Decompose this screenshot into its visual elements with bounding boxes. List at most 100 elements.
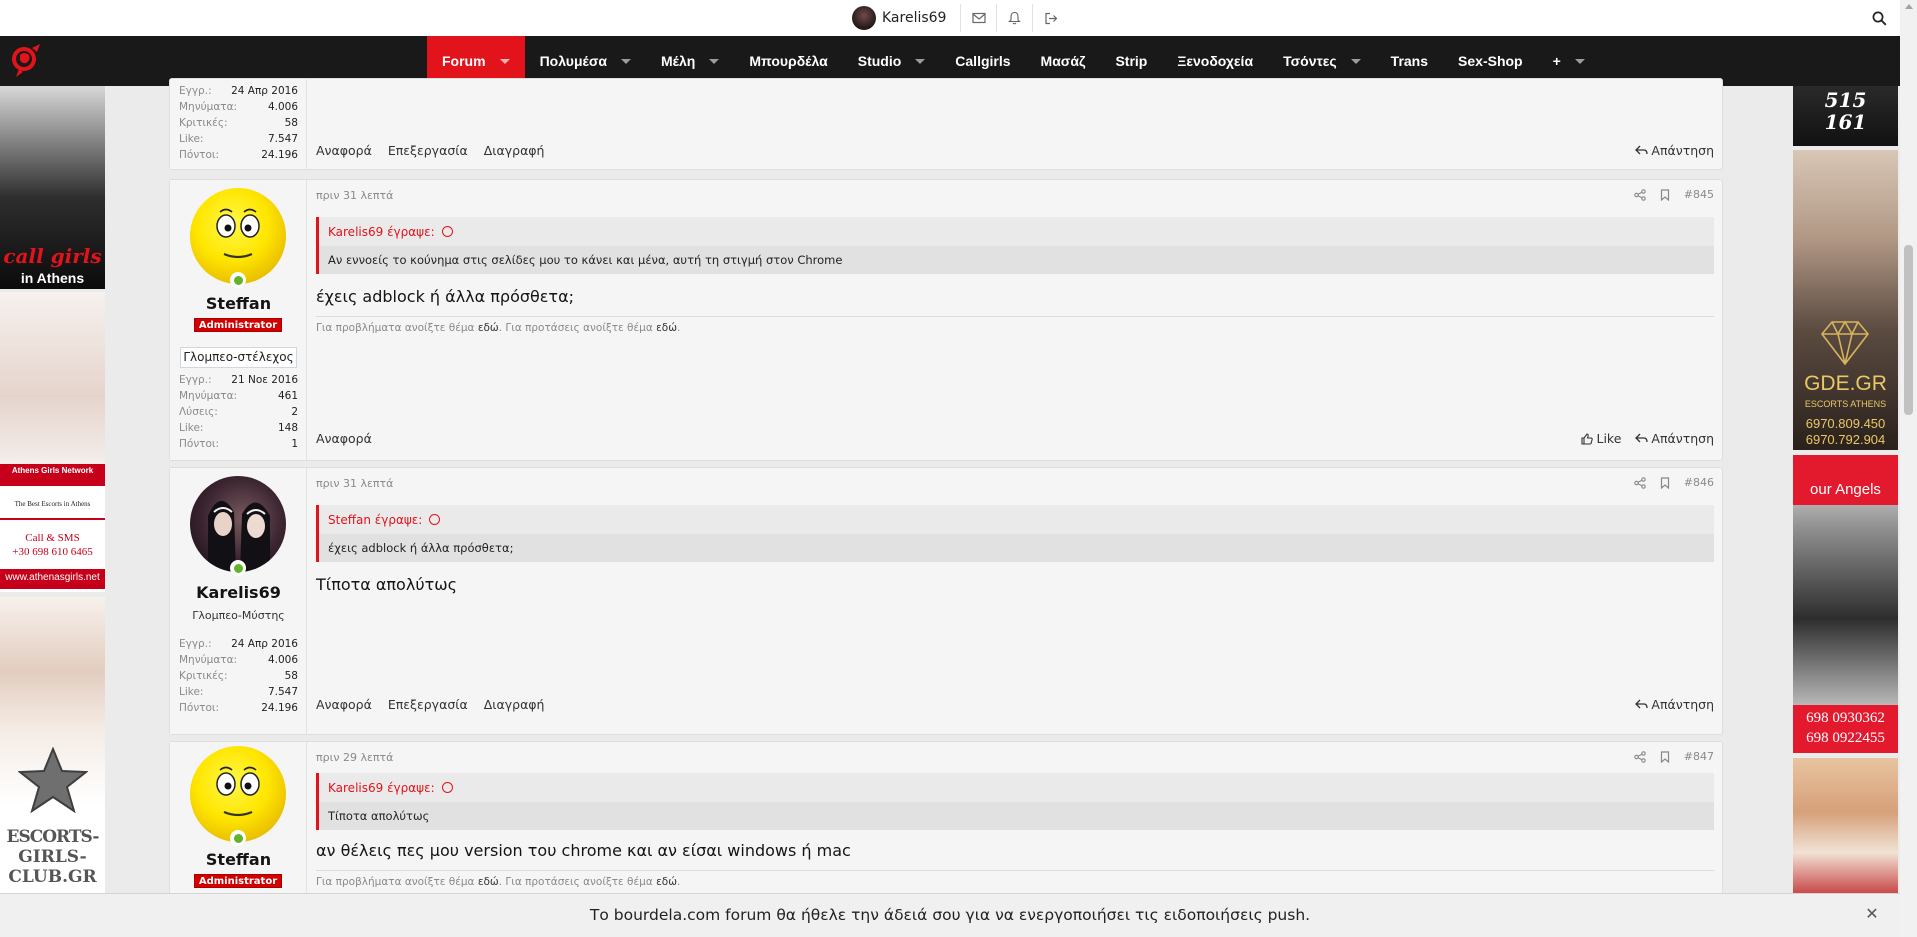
reply-label: Απάντηση xyxy=(1651,697,1714,712)
reply-icon xyxy=(1635,699,1649,709)
post-date[interactable]: πριν 31 λεπτά xyxy=(316,477,393,490)
sig-link[interactable]: εδώ xyxy=(478,876,499,888)
post-number[interactable]: #846 xyxy=(1684,476,1714,489)
post-main: πριν 31 λεπτά #846 Steffan έγραψε: έχεις… xyxy=(307,468,1722,734)
ad-our-angels[interactable]: our Angels 698 0930362 698 0922455 xyxy=(1793,455,1898,753)
ad-phone2: 698 0922455 xyxy=(1806,730,1885,746)
post-message: έχεις adblock ή άλλα πρόσθετα; xyxy=(316,287,574,306)
user-avatar[interactable] xyxy=(852,6,876,30)
quote-block: Karelis69 έγραψε: Τίποτα απολύτως xyxy=(316,773,1714,830)
scroll-up-arrow-icon[interactable] xyxy=(1904,4,1913,9)
post-date[interactable]: πριν 31 λεπτά xyxy=(316,189,393,202)
user-stats: Εγγρ.: 24 Απρ 2016 Μηνύματα: 4.006 Κριτικέ… xyxy=(179,83,298,163)
user-title: Γλομπεο-στέλεχος xyxy=(180,347,297,368)
chevron-down-icon[interactable] xyxy=(915,58,926,64)
stat-row: Μηνύματα: 4.006 xyxy=(179,99,298,115)
report-link[interactable]: Αναφορά xyxy=(316,431,372,446)
post-number[interactable]: #847 xyxy=(1684,750,1714,763)
report-link[interactable]: Αναφορά xyxy=(316,697,372,712)
delete-link[interactable]: Διαγραφή xyxy=(484,143,545,158)
envelope-icon[interactable] xyxy=(960,4,996,32)
sig-link[interactable]: εδώ xyxy=(478,322,499,334)
reply-button[interactable]: Απάντηση xyxy=(1635,143,1714,158)
post-actions-right: Απάντηση xyxy=(1635,143,1714,158)
close-icon[interactable]: ✕ xyxy=(1864,906,1880,922)
share-icon[interactable] xyxy=(1634,750,1646,763)
ad-gde-gr[interactable]: GDE.GR ESCORTS ATHENS 6970.809.450 6970.… xyxy=(1793,150,1898,450)
user-sidebar: Εγγρ.: 24 Απρ 2016 Μηνύματα: 4.006 Κριτικέ… xyxy=(170,79,307,169)
chevron-down-icon[interactable] xyxy=(1574,58,1585,64)
bookmark-icon[interactable] xyxy=(1660,476,1670,489)
chevron-down-icon[interactable] xyxy=(621,58,632,64)
username[interactable]: Steffan xyxy=(170,294,307,313)
arrow-up-circle-icon[interactable] xyxy=(441,782,453,793)
stat-label: Like: xyxy=(179,686,204,698)
arrow-up-circle-icon[interactable] xyxy=(441,226,453,237)
user-sidebar: Karelis69 Γλομπεο-Μύστης Εγγρ.: 24 Απρ 20… xyxy=(170,468,307,734)
bookmark-icon[interactable] xyxy=(1660,750,1670,763)
sig-link[interactable]: εδώ xyxy=(656,876,677,888)
bookmark-icon[interactable] xyxy=(1660,188,1670,201)
ad-right-515[interactable]: 515 161 xyxy=(1793,86,1898,146)
stat-value: 58 xyxy=(284,670,298,682)
edit-link[interactable]: Επεξεργασία xyxy=(388,143,468,158)
ad-site: www.athenasgirls.net xyxy=(5,572,100,583)
reply-button[interactable]: Απάντηση xyxy=(1635,697,1714,712)
search-icon[interactable] xyxy=(1867,6,1891,30)
logout-icon[interactable] xyxy=(1032,4,1068,32)
chevron-down-icon[interactable] xyxy=(709,58,720,64)
arrow-up-circle-icon[interactable] xyxy=(429,514,441,525)
ad-line2: 161 xyxy=(1824,110,1867,134)
like-button[interactable]: Like xyxy=(1581,431,1621,446)
post-number[interactable]: #845 xyxy=(1684,188,1714,201)
diamond-icon xyxy=(1820,320,1870,366)
like-label: Like xyxy=(1596,431,1622,446)
quote-author[interactable]: Steffan έγραψε: xyxy=(319,505,1714,534)
stat-row: Εγγρ.: 24 Απρ 2016 xyxy=(179,636,298,652)
user-name-link[interactable]: Karelis69 xyxy=(882,10,946,26)
stat-row: Μηνύματα: 4.006 xyxy=(179,652,298,668)
quote-block: Steffan έγραψε: έχεις adblock ή άλλα πρό… xyxy=(316,505,1714,562)
sig-link[interactable]: εδώ xyxy=(656,322,677,334)
report-link[interactable]: Αναφορά xyxy=(316,143,372,158)
quote-author[interactable]: Karelis69 έγραψε: xyxy=(319,217,1714,246)
thumbs-up-icon xyxy=(1581,432,1594,445)
user-sidebar: Steffan Administrator Γλομπεο-στέλεχος Ε… xyxy=(170,180,307,460)
edit-link[interactable]: Επεξεργασία xyxy=(388,697,468,712)
bell-icon[interactable] xyxy=(996,4,1032,32)
ad-call-girls-athens[interactable]: call girls in Athens xyxy=(0,86,105,289)
post-date[interactable]: πριν 29 λεπτά xyxy=(316,751,393,764)
post-actions: Αναφορά Επεξεργασία Διαγραφή xyxy=(316,143,544,158)
delete-link[interactable]: Διαγραφή xyxy=(484,697,545,712)
user-avatar[interactable] xyxy=(190,746,286,842)
share-icon[interactable] xyxy=(1634,476,1646,489)
chevron-down-icon[interactable] xyxy=(499,58,510,64)
stat-value: 24.196 xyxy=(261,702,298,714)
stat-value: 21 Νοε 2016 xyxy=(231,374,298,386)
post-actions: Αναφορά xyxy=(316,431,372,446)
push-permission-text: Το bourdela.com forum θα ήθελε την άδειά… xyxy=(589,906,1311,924)
page-scrollbar[interactable] xyxy=(1900,0,1917,937)
chevron-down-icon[interactable] xyxy=(1350,58,1361,64)
stat-value: 24.196 xyxy=(261,149,298,161)
stat-row: Πόντοι: 24.196 xyxy=(179,147,298,163)
user-avatar[interactable] xyxy=(190,188,286,284)
reply-button[interactable]: Απάντηση xyxy=(1635,431,1714,446)
user-avatar[interactable] xyxy=(190,476,286,572)
ad-right-bottom[interactable] xyxy=(1793,758,1898,893)
ad-escorts-girls-club[interactable]: ESCORTS- GIRLS- CLUB.GR xyxy=(0,597,105,893)
site-logo[interactable] xyxy=(10,42,44,80)
ad-phone2: 6970.792.904 xyxy=(1805,432,1886,447)
signature-divider xyxy=(316,316,1714,317)
share-icon[interactable] xyxy=(1634,188,1646,201)
quote-author[interactable]: Karelis69 έγραψε: xyxy=(319,773,1714,802)
stat-value: 24 Απρ 2016 xyxy=(231,85,298,97)
ad-call: Call & SMS xyxy=(25,532,80,544)
username[interactable]: Karelis69 xyxy=(170,583,307,602)
scrollbar-thumb[interactable] xyxy=(1904,245,1913,415)
username[interactable]: Steffan xyxy=(170,850,307,869)
ad-athens-girls-network[interactable]: Athens Girls Network The Best Escorts in… xyxy=(0,292,105,592)
user-bar-center: Karelis69 xyxy=(852,4,1068,32)
stat-label: Κριτικές: xyxy=(179,670,228,682)
ad-brand: Athens Girls Network xyxy=(11,466,94,475)
